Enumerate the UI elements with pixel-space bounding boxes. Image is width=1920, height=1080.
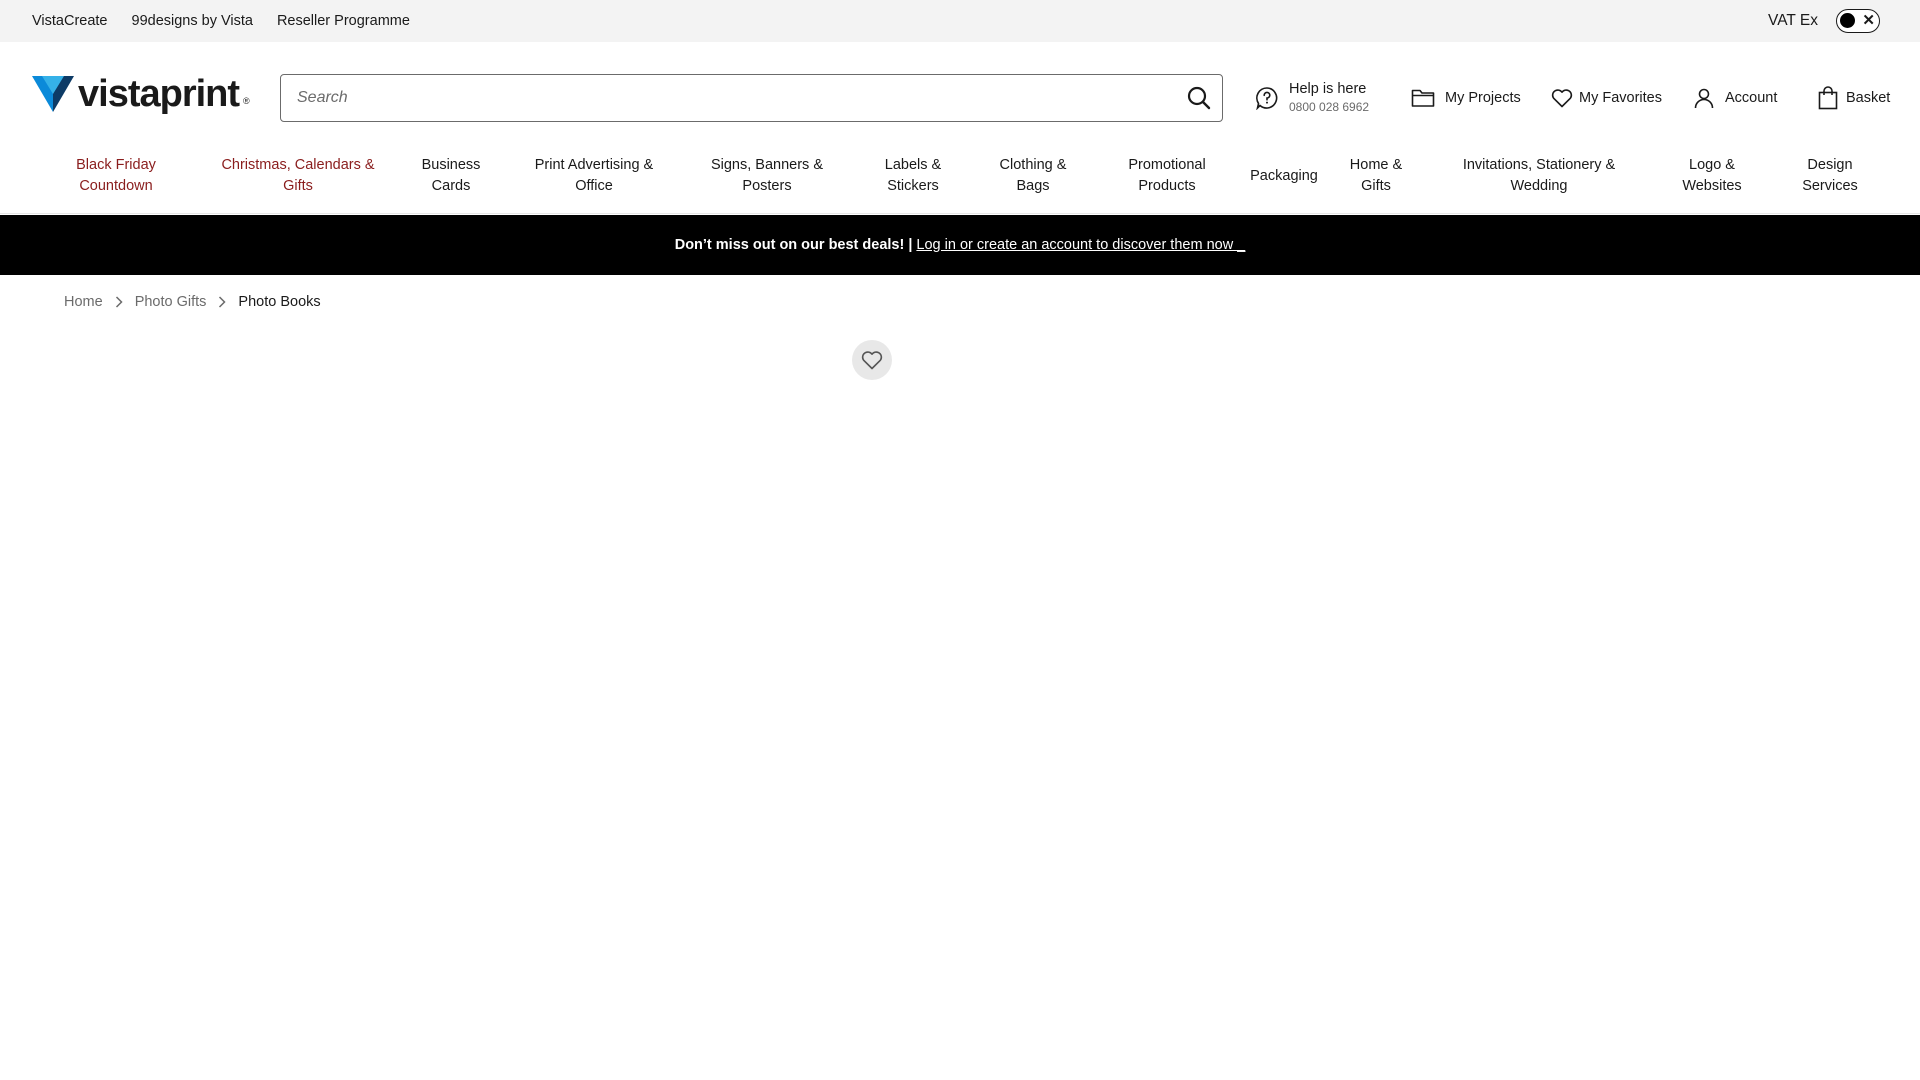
basket-label: Basket: [1846, 90, 1891, 106]
account-link[interactable]: Account: [1693, 80, 1777, 116]
nav-home-gifts[interactable]: Home & Gifts: [1350, 154, 1402, 198]
my-projects-label: My Projects: [1445, 90, 1521, 106]
search-input[interactable]: [297, 75, 1157, 121]
help-text: Help is here 0800 028 6962: [1289, 80, 1369, 116]
basket-link[interactable]: Basket: [1818, 80, 1890, 116]
nav-labels-stickers[interactable]: Labels & Stickers: [885, 154, 941, 198]
help-phone[interactable]: 0800 028 6962: [1289, 98, 1369, 116]
account-label: Account: [1725, 90, 1778, 106]
reseller-programme-link[interactable]: Reseller Programme: [277, 13, 410, 29]
category-nav: Black Friday Countdown Christmas, Calenda…: [0, 154, 1920, 214]
vat-control: VAT Ex ✕: [1768, 0, 1880, 42]
close-icon: ✕: [1862, 12, 1875, 29]
breadcrumb-current: Photo Books: [238, 294, 321, 310]
nav-business-cards[interactable]: Business Cards: [422, 154, 481, 198]
breadcrumb-photo-gifts[interactable]: Photo Gifts: [135, 294, 207, 310]
toggle-knob: [1840, 13, 1855, 28]
nav-christmas-calendars-gifts[interactable]: Christmas, Calendars & Gifts: [221, 154, 374, 198]
vat-toggle[interactable]: ✕: [1836, 9, 1880, 33]
nav-clothing-bags[interactable]: Clothing & Bags: [1000, 154, 1067, 198]
heart-icon: [1551, 89, 1573, 108]
chevron-right-icon: [115, 296, 123, 308]
breadcrumb: Home Photo Gifts Photo Books: [64, 292, 321, 312]
vistaprint-logo[interactable]: vistaprint ®: [32, 74, 250, 114]
nav-promotional-products[interactable]: Promotional Products: [1128, 154, 1205, 198]
my-projects-link[interactable]: My Projects: [1411, 80, 1521, 116]
99designs-link[interactable]: 99designs by Vista: [132, 13, 253, 29]
banner-headline: Don’t miss out on our best deals! |: [674, 237, 913, 253]
utility-links: VistaCreate 99designs by Vista Reseller …: [32, 0, 410, 42]
nav-design-services[interactable]: Design Services: [1802, 154, 1858, 198]
nav-invitations-stationery-wedding[interactable]: Invitations, Stationery & Wedding: [1463, 154, 1615, 198]
search-bar: [280, 74, 1223, 122]
nav-logo-websites[interactable]: Logo & Websites: [1682, 154, 1741, 198]
promo-banner: Don’t miss out on our best deals! | Log …: [0, 215, 1920, 275]
nav-signs-banners-posters[interactable]: Signs, Banners & Posters: [711, 154, 823, 198]
logo-wordmark: vistaprint: [78, 73, 240, 115]
vistacreate-link[interactable]: VistaCreate: [32, 13, 108, 29]
logo-mark-icon: [32, 76, 74, 112]
nav-black-friday-countdown[interactable]: Black Friday Countdown: [76, 154, 156, 198]
help-link[interactable]: Help is here 0800 028 6962: [1255, 80, 1369, 116]
folder-icon: [1411, 89, 1435, 107]
banner-login-link[interactable]: Log in or create an account to discover …: [916, 237, 1245, 253]
my-favorites-label: My Favorites: [1579, 90, 1662, 106]
shopping-bag-icon: [1818, 86, 1838, 110]
my-favorites-link[interactable]: My Favorites: [1551, 80, 1662, 116]
heart-icon: [861, 351, 883, 370]
logo-registered-mark: ®: [243, 96, 250, 106]
utility-bar: VistaCreate 99designs by Vista Reseller …: [0, 0, 1920, 42]
nav-print-advertising-office[interactable]: Print Advertising & Office: [535, 154, 653, 198]
user-icon: [1694, 88, 1714, 109]
nav-packaging[interactable]: Packaging: [1250, 154, 1318, 198]
vat-label: VAT Ex: [1768, 12, 1818, 29]
add-to-favorites-button[interactable]: [852, 340, 892, 380]
breadcrumb-home[interactable]: Home: [64, 294, 103, 310]
help-label: Help is here: [1289, 81, 1367, 97]
chevron-right-icon: [218, 296, 226, 308]
question-bubble-icon: [1256, 87, 1278, 110]
search-icon[interactable]: [1186, 85, 1212, 111]
